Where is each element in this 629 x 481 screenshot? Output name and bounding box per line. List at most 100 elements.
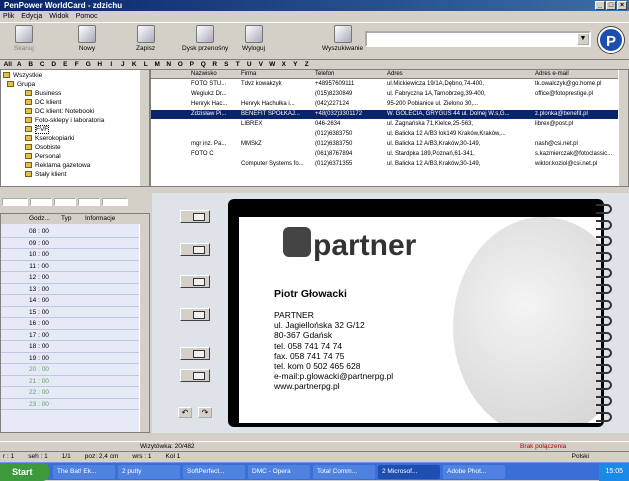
table-row[interactable]: Computer Systems fo... (012)6371355 ul. Ba… (151, 160, 628, 169)
tree-item[interactable]: Stały klient (25, 170, 66, 179)
time-slot[interactable]: 16 : 00 (1, 318, 139, 330)
time-slot[interactable]: 13 : 00 (1, 284, 139, 295)
scan-button[interactable]: Skanuj (14, 25, 34, 52)
tree-item-selected[interactable]: FVF (25, 125, 50, 134)
alpha-z[interactable]: Z (301, 60, 313, 69)
tree-group[interactable]: Grupa (7, 80, 35, 89)
alpha-g[interactable]: G (83, 60, 95, 69)
menu-plik[interactable]: Plik (3, 11, 14, 22)
time-slot[interactable]: 18 : 00 (1, 341, 139, 353)
task-button[interactable]: SoftPerfect... (183, 464, 245, 479)
view-info-button[interactable] (180, 308, 210, 321)
time-slot[interactable]: 10 : 00 (1, 249, 139, 261)
alpha-j[interactable]: J (117, 60, 129, 69)
day2-select[interactable] (54, 198, 76, 206)
tree-item[interactable]: Personal (25, 152, 61, 161)
alpha-a[interactable]: A (14, 60, 26, 69)
task-button[interactable]: Adobe Phot... (443, 464, 505, 479)
alpha-s[interactable]: S (221, 60, 233, 69)
table-row[interactable]: Henryk Hac... Henryk Hachułka i... (042)22… (151, 100, 628, 109)
start-button[interactable]: Start (0, 462, 50, 481)
task-button-active[interactable]: 2 Microsof... (378, 464, 440, 479)
month-select[interactable] (30, 198, 52, 206)
alpha-d[interactable]: D (48, 60, 60, 69)
tree-scrollbar[interactable] (139, 70, 149, 186)
alpha-v[interactable]: V (255, 60, 267, 69)
day-select[interactable] (2, 198, 28, 206)
alpha-e[interactable]: E (60, 60, 72, 69)
time-slot[interactable]: 17 : 00 (1, 330, 139, 341)
time-slot[interactable]: 12 : 00 (1, 272, 139, 284)
view-back-button[interactable] (180, 243, 210, 256)
alpha-u[interactable]: U (244, 60, 256, 69)
table-row[interactable]: FOTO C (061)8767894 ul. Stardpka 189,Pozna… (151, 150, 628, 159)
col-nazwisko[interactable]: Nazwisko (191, 70, 239, 79)
time-slot[interactable]: 15 : 00 (1, 307, 139, 318)
alpha-o[interactable]: O (175, 60, 187, 69)
time-slot[interactable]: 21 : 00 (1, 376, 139, 387)
task-button[interactable]: Total Comm... (313, 464, 375, 479)
alpha-all[interactable]: All (2, 60, 14, 69)
alpha-k[interactable]: K (129, 60, 141, 69)
schedule-scrollbar[interactable] (139, 224, 149, 432)
new-button[interactable]: Nowy (78, 25, 96, 52)
close-button[interactable]: × (617, 1, 627, 10)
col-telefon[interactable]: Telefon (315, 70, 385, 79)
table-scrollbar[interactable] (618, 70, 628, 186)
alpha-x[interactable]: X (278, 60, 290, 69)
tree-item[interactable]: DC klient: Notebooki (25, 107, 94, 116)
portable-disk-button[interactable]: Dysk przenośny (182, 25, 228, 52)
task-button[interactable]: DMC - Opera (248, 464, 310, 479)
alpha-y[interactable]: Y (290, 60, 302, 69)
minimize-button[interactable]: _ (595, 1, 605, 10)
chevron-down-icon[interactable]: ▼ (577, 33, 589, 45)
view-photo-button[interactable] (180, 275, 210, 288)
tree-root[interactable]: Wszystkie (3, 71, 42, 80)
time-slot[interactable]: 11 : 00 (1, 261, 139, 272)
menu-pomoc[interactable]: Pomoc (76, 11, 98, 22)
alpha-n[interactable]: N (163, 60, 175, 69)
menu-widok[interactable]: Widok (49, 11, 68, 22)
col-firma[interactable]: Firma (241, 70, 313, 79)
table-row[interactable]: FOTO STU... Tdvz kowakzyk +48957609111 ul.M… (151, 80, 628, 89)
alpha-r[interactable]: R (209, 60, 221, 69)
time-slot[interactable]: 14 : 00 (1, 295, 139, 307)
alpha-m[interactable]: M (152, 60, 164, 69)
search-button[interactable]: Wyszukiwanie (322, 25, 363, 52)
rotate-left-icon[interactable]: ↶ (178, 407, 192, 418)
col-adres[interactable]: Adres (387, 70, 533, 79)
rotate-right-icon[interactable]: ↷ (198, 407, 212, 418)
alpha-q[interactable]: Q (198, 60, 210, 69)
alpha-w[interactable]: W (267, 60, 279, 69)
alpha-b[interactable]: B (25, 60, 37, 69)
table-row[interactable]: Wegiukz Dr... (015)8230849 ul. Fabryczna 1… (151, 90, 628, 99)
table-row[interactable]: LIBREX 046-2634 ul. Zagnańska 71,Kielce,25… (151, 120, 628, 129)
maximize-button[interactable]: □ (606, 1, 616, 10)
tree-item[interactable]: Kserokopiarki (25, 134, 74, 143)
time-slot[interactable]: 23 : 00 (1, 399, 139, 410)
task-button[interactable]: 2 putty (118, 464, 180, 479)
alpha-c[interactable]: C (37, 60, 49, 69)
col-email[interactable]: Adres e-mail (535, 70, 621, 79)
tree-item[interactable]: Business (25, 89, 61, 98)
alpha-l[interactable]: L (140, 60, 152, 69)
week-select[interactable] (78, 198, 100, 206)
menu-edycja[interactable]: Edycja (21, 11, 42, 22)
year-select[interactable] (102, 198, 128, 206)
tree-item[interactable]: DC klient (25, 98, 61, 107)
time-slot[interactable]: 09 : 00 (1, 238, 139, 249)
alpha-p[interactable]: P (186, 60, 198, 69)
tree-item[interactable]: Foto-sklepy i laboratoria (25, 116, 104, 125)
view-list-button[interactable] (180, 347, 210, 360)
alpha-t[interactable]: T (232, 60, 244, 69)
time-slot[interactable]: 08 : 00 (1, 226, 139, 238)
logout-button[interactable]: Wyloguj (242, 25, 265, 52)
table-row[interactable]: (012)6383750 ul. Balicka 12 A/B3 lok149 K… (151, 130, 628, 139)
tree-item[interactable]: Reklama gazetowa (25, 161, 90, 170)
task-button[interactable]: The Bat! Ek... (53, 464, 115, 479)
table-row[interactable]: mgr inz. Pa... MMSkZ (012)6383750 ul. Balic… (151, 140, 628, 149)
alpha-h[interactable]: H (94, 60, 106, 69)
tree-item[interactable]: Osobiste (25, 143, 61, 152)
view-notes-button[interactable] (180, 369, 210, 382)
alpha-f[interactable]: F (71, 60, 83, 69)
